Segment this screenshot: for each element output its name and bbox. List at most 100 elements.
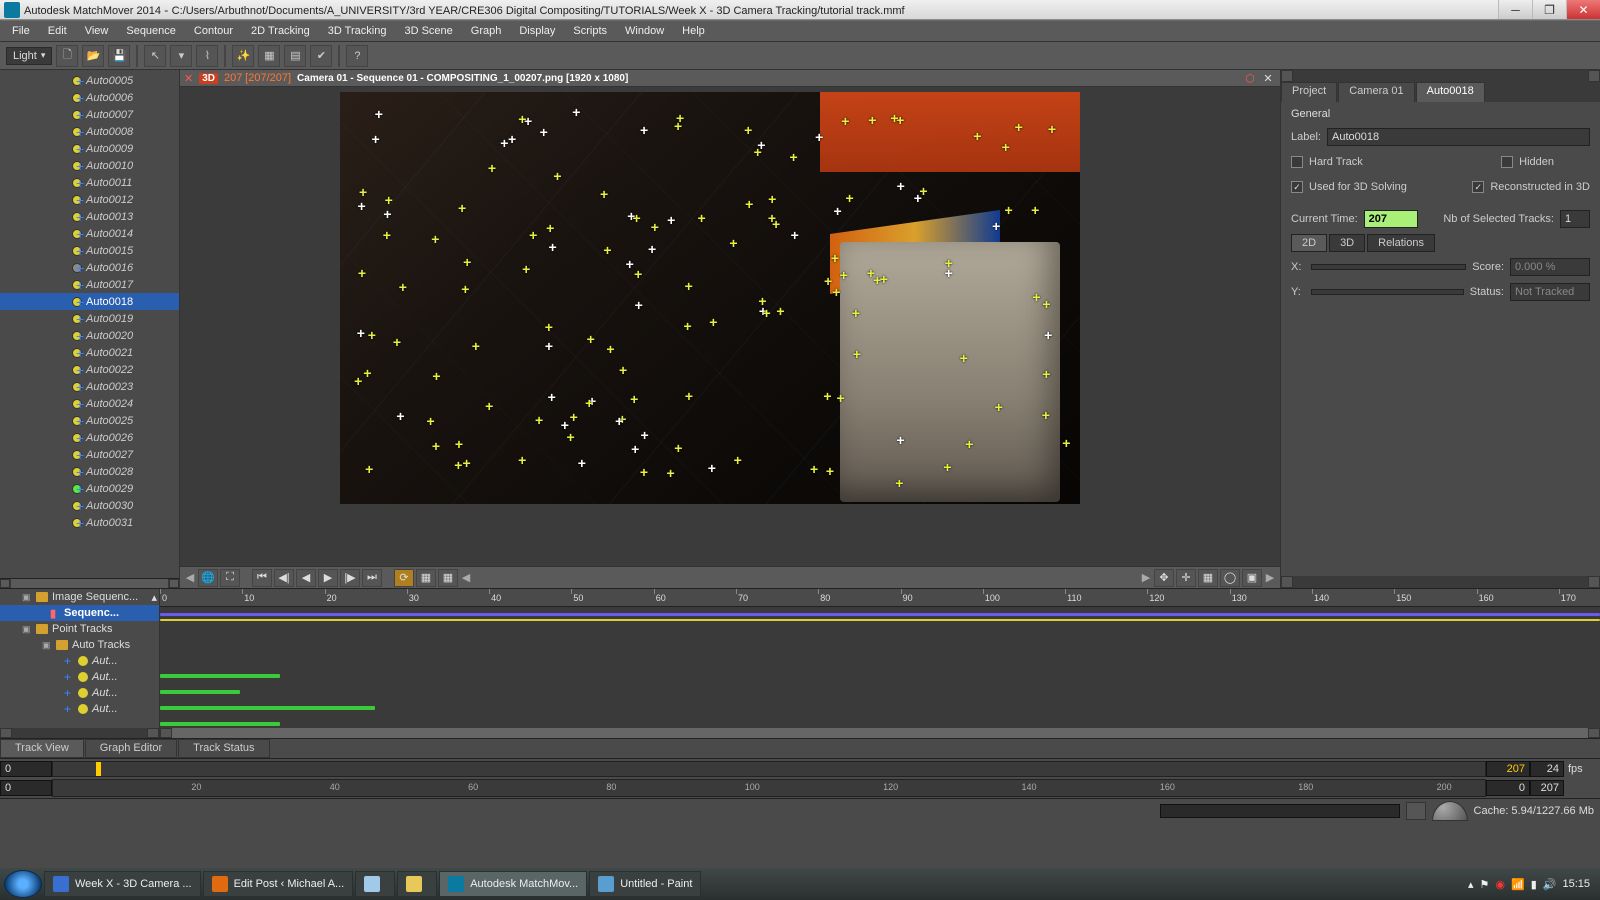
scroll-mid-left-icon[interactable]: ◀ xyxy=(460,571,472,584)
expand-icon[interactable]: + xyxy=(76,481,86,497)
tree-hscroll[interactable] xyxy=(0,578,179,588)
range-start-field[interactable]: 0 xyxy=(0,761,52,777)
check-tool-icon[interactable]: ✔ xyxy=(310,45,332,67)
new-file-icon[interactable]: 🗋 xyxy=(56,45,78,67)
range-zero-field[interactable]: 0 xyxy=(1486,780,1530,796)
tree-item[interactable]: +Auto0012 xyxy=(0,191,179,208)
tray-sync-icon[interactable]: ◉ xyxy=(1495,878,1505,891)
menu-help[interactable]: Help xyxy=(674,23,713,39)
tree-item[interactable]: +Auto0020 xyxy=(0,327,179,344)
tray-volume-icon[interactable]: 🔊 xyxy=(1543,878,1557,891)
menu-scripts[interactable]: Scripts xyxy=(565,23,615,39)
go-start-icon[interactable]: ⏮ xyxy=(252,569,272,587)
tray-flag-icon[interactable]: ⚑ xyxy=(1480,878,1490,891)
tab-track[interactable]: Auto0018 xyxy=(1416,82,1485,102)
tree-item[interactable]: +Auto0007 xyxy=(0,106,179,123)
pointer-tool-icon[interactable]: ↖ xyxy=(144,45,166,67)
tab-track-view[interactable]: Track View xyxy=(0,739,84,758)
loop-icon[interactable]: ⟳ xyxy=(394,569,414,587)
orbit-tool-icon[interactable]: ◯ xyxy=(1220,569,1240,587)
expand-icon[interactable]: + xyxy=(76,430,86,446)
range-end-field[interactable]: 207 xyxy=(1530,780,1564,796)
close-panel-icon[interactable]: ✕ xyxy=(184,72,193,85)
grid-tool-icon[interactable]: ▦ xyxy=(1198,569,1218,587)
menu-3d-tracking[interactable]: 3D Tracking xyxy=(320,23,395,39)
snap1-icon[interactable]: ▦ xyxy=(416,569,436,587)
expand-icon[interactable]: + xyxy=(76,73,86,89)
tree-item[interactable]: +Auto0023 xyxy=(0,378,179,395)
tab-camera[interactable]: Camera 01 xyxy=(1338,82,1414,102)
expand-icon[interactable]: + xyxy=(76,243,86,259)
hidden-checkbox[interactable] xyxy=(1501,156,1513,168)
expand-icon[interactable]: + xyxy=(76,311,86,327)
taskbar-app[interactable] xyxy=(397,871,437,897)
menu-3d-scene[interactable]: 3D Scene xyxy=(396,23,460,39)
label-input[interactable] xyxy=(1327,128,1590,146)
expand-icon[interactable]: + xyxy=(76,107,86,123)
tree-list[interactable]: +Auto0005+Auto0006+Auto0007+Auto0008+Aut… xyxy=(0,70,179,578)
status-btn-icon[interactable] xyxy=(1406,802,1426,820)
tray-chevron-icon[interactable]: ▴ xyxy=(1468,878,1474,891)
expand-icon[interactable]: + xyxy=(76,362,86,378)
y-field[interactable] xyxy=(1311,289,1464,295)
curtime-input[interactable] xyxy=(1364,210,1418,228)
tree-item[interactable]: +Auto0013 xyxy=(0,208,179,225)
expand-icon[interactable]: + xyxy=(76,209,86,225)
used3d-checkbox[interactable] xyxy=(1291,181,1303,193)
tl-item[interactable]: Aut... xyxy=(92,655,118,667)
scroll-left-icon[interactable]: ◀ xyxy=(184,571,196,584)
step-back-icon[interactable]: ◀| xyxy=(274,569,294,587)
tree-item[interactable]: +Auto0026 xyxy=(0,429,179,446)
expand-icon[interactable]: + xyxy=(76,141,86,157)
taskbar-app[interactable]: Untitled - Paint xyxy=(589,871,701,897)
expand-icon[interactable]: + xyxy=(76,124,86,140)
expand-icon[interactable]: + xyxy=(76,396,86,412)
lasso-tool-icon[interactable]: ⌇ xyxy=(196,45,218,67)
system-tray[interactable]: ▴ ⚑ ◉ 📶 ▮ 🔊 15:15 xyxy=(1462,878,1596,891)
expand-icon[interactable]: + xyxy=(76,447,86,463)
timeline-tree[interactable]: ▣Image Sequenc...▴ ▮Sequenc... ▣Point Tr… xyxy=(0,589,160,738)
x-field[interactable] xyxy=(1311,264,1466,270)
expand-icon[interactable]: + xyxy=(76,498,86,514)
expand-icon[interactable]: + xyxy=(76,90,86,106)
tree-item[interactable]: +Auto0025 xyxy=(0,412,179,429)
menu-graph[interactable]: Graph xyxy=(463,23,510,39)
timeline-ruler[interactable]: 0102030405060708090100110120130140150160… xyxy=(160,589,1600,607)
range-slider-top[interactable] xyxy=(52,761,1486,777)
tl-item[interactable]: Point Tracks xyxy=(52,623,113,635)
tl-item[interactable]: Aut... xyxy=(92,671,118,683)
help-tool-icon[interactable]: ? xyxy=(346,45,368,67)
tree-item[interactable]: +Auto0014 xyxy=(0,225,179,242)
tree-item[interactable]: +Auto0028 xyxy=(0,463,179,480)
range-playhead[interactable] xyxy=(96,762,101,776)
tree-item[interactable]: +Auto0006 xyxy=(0,89,179,106)
tree-item[interactable]: +Auto0018 xyxy=(0,293,179,310)
snap2-icon[interactable]: ▦ xyxy=(438,569,458,587)
camera-nav-icon[interactable]: ⛶ xyxy=(220,569,240,587)
light-dropdown[interactable]: Light xyxy=(6,47,52,65)
tl-item[interactable]: Sequenc... xyxy=(64,607,119,619)
tree-item[interactable]: +Auto0027 xyxy=(0,446,179,463)
recon-checkbox[interactable] xyxy=(1472,181,1484,193)
nav-sphere-icon[interactable] xyxy=(1432,801,1468,821)
expand-icon[interactable]: + xyxy=(76,464,86,480)
tray-clock[interactable]: 15:15 xyxy=(1562,878,1590,890)
expand-icon[interactable]: + xyxy=(76,379,86,395)
tab-project[interactable]: Project xyxy=(1281,82,1337,102)
menu-file[interactable]: File xyxy=(4,23,38,39)
go-end-icon[interactable]: ⏭ xyxy=(362,569,382,587)
menu-sequence[interactable]: Sequence xyxy=(118,23,184,39)
tree-item[interactable]: +Auto0019 xyxy=(0,310,179,327)
step-fwd-icon[interactable]: |▶ xyxy=(340,569,360,587)
tree-item[interactable]: +Auto0015 xyxy=(0,242,179,259)
timeline-canvas[interactable]: 0102030405060708090100110120130140150160… xyxy=(160,589,1600,738)
menu-view[interactable]: View xyxy=(77,23,117,39)
scroll-right-icon[interactable] xyxy=(169,579,179,588)
play-back-icon[interactable]: ◀ xyxy=(296,569,316,587)
subtab-2d[interactable]: 2D xyxy=(1291,234,1327,252)
taskbar-app[interactable]: Week X - 3D Camera ... xyxy=(44,871,201,897)
tl-item[interactable]: Image Sequenc... xyxy=(52,591,138,603)
expand-icon[interactable]: + xyxy=(76,192,86,208)
tree-item[interactable]: +Auto0031 xyxy=(0,514,179,531)
menu-window[interactable]: Window xyxy=(617,23,672,39)
